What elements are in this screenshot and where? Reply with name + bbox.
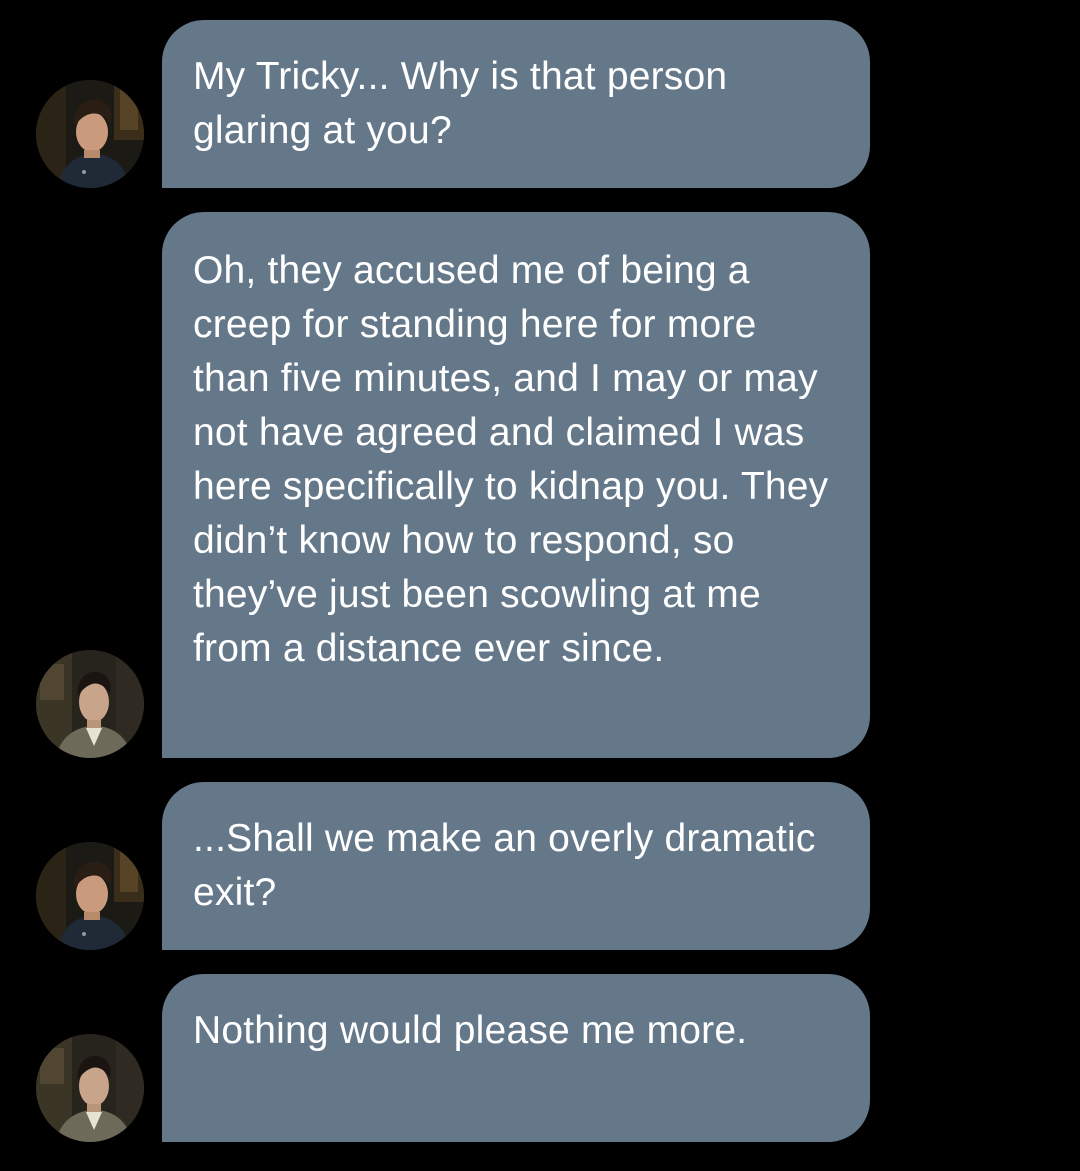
message-row: Nothing would please me more. — [0, 974, 1080, 1142]
message-bubble[interactable]: Oh, they accused me of being a creep for… — [162, 212, 870, 758]
message-row: Oh, they accused me of being a creep for… — [0, 212, 1080, 758]
chat-thread: My Tricky... Why is that person glaring … — [0, 0, 1080, 1171]
message-text: My Tricky... Why is that person glaring … — [193, 55, 728, 152]
avatar[interactable] — [36, 1034, 144, 1142]
avatar-photo-icon — [36, 842, 144, 950]
avatar[interactable] — [36, 650, 144, 758]
message-text: ...Shall we make an overly dramatic exit… — [193, 817, 816, 914]
avatar-photo-icon — [36, 650, 144, 758]
message-bubble[interactable]: ...Shall we make an overly dramatic exit… — [162, 782, 870, 950]
message-row: My Tricky... Why is that person glaring … — [0, 20, 1080, 188]
message-bubble[interactable]: My Tricky... Why is that person glaring … — [162, 20, 870, 188]
avatar[interactable] — [36, 80, 144, 188]
message-row: ...Shall we make an overly dramatic exit… — [0, 782, 1080, 950]
avatar-photo-icon — [36, 80, 144, 188]
message-text: Nothing would please me more. — [193, 1009, 748, 1052]
message-bubble[interactable]: Nothing would please me more. — [162, 974, 870, 1142]
avatar[interactable] — [36, 842, 144, 950]
avatar-photo-icon — [36, 1034, 144, 1142]
message-text: Oh, they accused me of being a creep for… — [193, 249, 829, 670]
